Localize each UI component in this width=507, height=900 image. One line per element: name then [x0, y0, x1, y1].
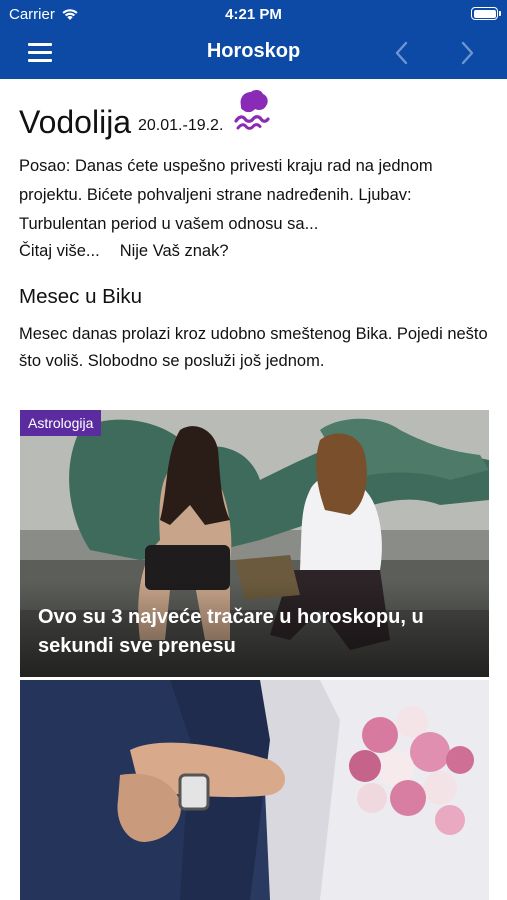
category-badge: Astrologija [20, 410, 102, 436]
battery-icon [471, 7, 501, 20]
article-title: Ovo su 3 najveće tračare u horoskopu, u … [38, 606, 424, 657]
sign-dates: 20.01.-19.2. [138, 117, 224, 134]
chevron-right-icon[interactable] [458, 40, 476, 66]
page-title: Horoskop [206, 40, 301, 62]
daily-horoscope-text: Posao: Danas ćete uspešno privesti kraju… [19, 157, 433, 233]
article-image [20, 680, 489, 900]
read-more-link[interactable]: Čitaj više... [19, 242, 100, 260]
navigation-bar: Horoskop [0, 28, 507, 79]
moon-section-title: Mesec u Biku [19, 285, 143, 308]
article-card[interactable] [20, 680, 489, 900]
change-sign-link[interactable]: Nije Vaš znak? [120, 242, 229, 260]
sign-name: Vodolija [19, 104, 132, 140]
aquarius-symbol-icon [234, 89, 270, 130]
top-bar: Carrier 4:21 PM Horoskop [0, 0, 507, 79]
chevron-left-icon[interactable] [393, 40, 411, 66]
moon-section-text: Mesec danas prolazi kroz udobno smešteno… [19, 325, 488, 370]
status-bar: Carrier 4:21 PM [0, 0, 507, 28]
status-time: 4:21 PM [225, 6, 282, 23]
article-card[interactable]: Astrologija Ovo su 3 najveće tračare u h… [20, 410, 489, 677]
daily-links: Čitaj više... Nije Vaš znak? [19, 242, 229, 261]
